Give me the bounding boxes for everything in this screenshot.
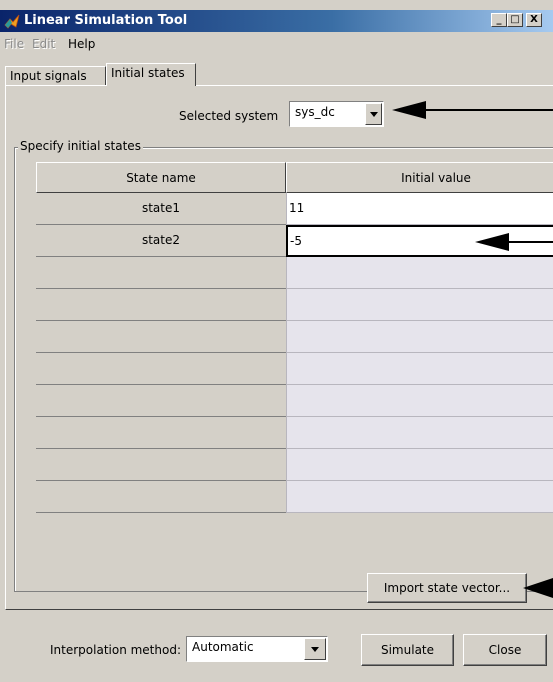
table-row [36, 449, 553, 481]
table-row [36, 257, 553, 289]
column-header-state-name[interactable]: State name [36, 162, 286, 193]
state-name-cell [36, 257, 286, 289]
state-name-cell [36, 321, 286, 353]
maximize-button[interactable]: □ [507, 13, 523, 27]
table-row [36, 417, 553, 449]
table-row: state2 -5 [36, 225, 553, 257]
interpolation-method-dropdown[interactable]: Automatic [186, 636, 328, 662]
chevron-down-icon [370, 112, 378, 117]
selected-system-dropdown[interactable]: sys_dc [289, 101, 384, 127]
table-row [36, 289, 553, 321]
table-row: state1 11 [36, 193, 553, 225]
state-name-cell: state1 [36, 193, 286, 225]
table-row [36, 385, 553, 417]
chevron-down-icon [311, 647, 319, 652]
menu-help[interactable]: Help [68, 37, 95, 51]
close-button[interactable]: Close [463, 634, 547, 666]
simulate-button[interactable]: Simulate [361, 634, 454, 666]
state-name-cell [36, 417, 286, 449]
state-name-cell [36, 353, 286, 385]
initial-value-cell[interactable] [286, 289, 553, 321]
import-state-vector-button[interactable]: Import state vector... [367, 573, 527, 603]
interpolation-method-label: Interpolation method: [50, 643, 181, 657]
state-name-cell: state2 [36, 225, 286, 257]
state-name-cell [36, 289, 286, 321]
close-window-button[interactable]: X [526, 13, 542, 27]
interpolation-method-value: Automatic [192, 640, 254, 654]
matlab-icon [4, 14, 20, 29]
initial-value-cell[interactable] [286, 257, 553, 289]
tab-initial-states[interactable]: Initial states [106, 63, 196, 86]
linear-simulation-tool-window: Linear Simulation Tool _ □ X File Edit H… [0, 0, 553, 682]
table-row [36, 321, 553, 353]
state-name-cell [36, 385, 286, 417]
dropdown-button[interactable] [365, 103, 382, 125]
initial-value-cell[interactable] [286, 417, 553, 449]
menu-file[interactable]: File [4, 37, 24, 51]
table-row [36, 481, 553, 513]
group-label: Specify initial states [18, 139, 143, 153]
window-title: Linear Simulation Tool [24, 13, 188, 28]
initial-value-cell[interactable] [286, 385, 553, 417]
minimize-button[interactable]: _ [491, 13, 507, 27]
initial-value-cell[interactable] [286, 449, 553, 481]
selected-system-value: sys_dc [295, 105, 335, 119]
title-bar[interactable]: Linear Simulation Tool _ □ X [0, 10, 553, 32]
selected-system-label: Selected system [179, 109, 279, 123]
state-name-cell [36, 449, 286, 481]
dropdown-button[interactable] [304, 638, 326, 660]
initial-value-cell[interactable] [286, 321, 553, 353]
menu-bar: File Edit Help [0, 32, 553, 54]
column-header-initial-value[interactable]: Initial value [286, 162, 553, 193]
state-name-cell [36, 481, 286, 513]
initial-value-cell[interactable] [286, 353, 553, 385]
menu-edit[interactable]: Edit [32, 37, 55, 51]
initial-value-cell[interactable] [286, 481, 553, 513]
initial-value-cell[interactable]: 11 [286, 193, 553, 225]
tab-input-signals[interactable]: Input signals [5, 66, 106, 86]
initial-value-cell-editing[interactable]: -5 [286, 225, 553, 257]
table-row [36, 353, 553, 385]
